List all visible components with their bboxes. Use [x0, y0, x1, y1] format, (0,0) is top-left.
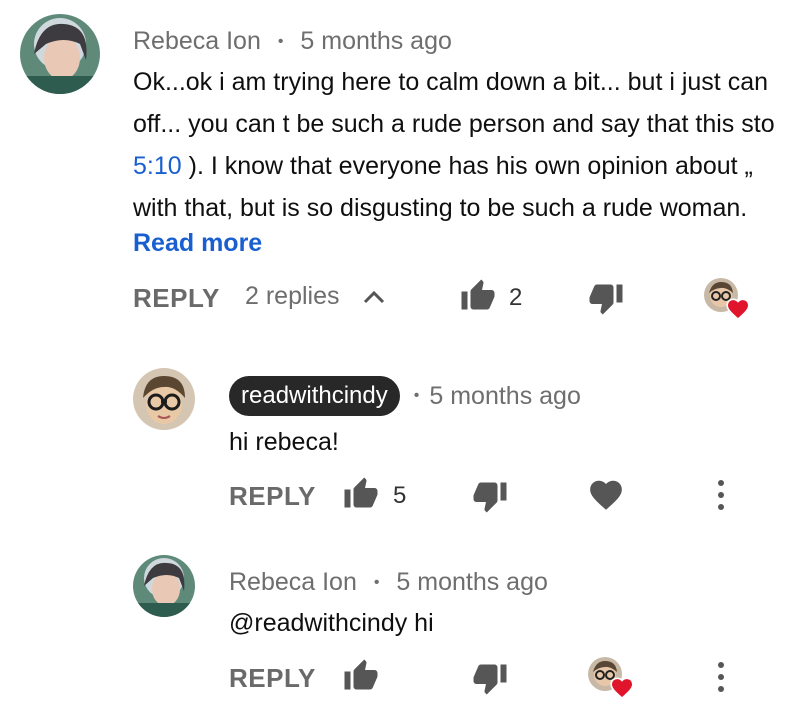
reply-text: hi rebeca! — [229, 428, 339, 456]
timestamp-link[interactable]: 5:10 — [133, 152, 182, 180]
thumbs-down-icon — [473, 664, 507, 695]
dislike-button[interactable] — [470, 478, 510, 519]
like-button[interactable] — [341, 658, 381, 699]
heart-icon — [610, 677, 634, 700]
meta-separator: • — [277, 33, 284, 50]
read-more-link[interactable]: Read more — [133, 229, 262, 258]
avatar-image — [133, 368, 195, 430]
meta-separator: • — [413, 387, 420, 404]
comment-author[interactable]: Rebeca Ion — [133, 27, 261, 55]
reply-button[interactable]: REPLY — [229, 663, 316, 694]
like-count: 2 — [509, 284, 523, 311]
comment-line: Ok...ok i am trying here to calm down a … — [133, 68, 768, 96]
avatar-readwithcindy[interactable] — [133, 368, 195, 430]
reply-button[interactable]: REPLY — [229, 481, 316, 512]
comment-time: 5 months ago — [300, 27, 452, 55]
replies-count-label: 2 replies — [245, 282, 340, 310]
avatar-rebeca[interactable] — [133, 555, 195, 617]
comment-body: Ok...ok i am trying here to calm down a … — [133, 68, 792, 228]
comment-line: with that, but is so disgusting to be su… — [133, 194, 748, 222]
reply-time: 5 months ago — [396, 568, 548, 596]
dislike-button[interactable] — [470, 660, 510, 701]
more-options-button[interactable] — [711, 660, 731, 699]
avatar-image — [20, 14, 100, 94]
more-options-button[interactable] — [711, 478, 731, 517]
comment-line: ). I know that everyone has his own opin… — [181, 152, 753, 180]
like-button[interactable] — [341, 476, 381, 517]
dislike-button[interactable] — [586, 280, 626, 321]
thumbs-up-icon — [344, 659, 378, 690]
comment-line: off... you can t be such a rude person a… — [133, 110, 775, 138]
reply-button[interactable]: REPLY — [133, 283, 220, 314]
replies-toggle[interactable]: 2 replies — [245, 282, 386, 311]
reply-time: 5 months ago — [429, 381, 581, 410]
heart-icon — [590, 480, 622, 510]
reply-author[interactable]: Rebeca Ion — [229, 568, 357, 596]
meta-separator: • — [373, 574, 380, 591]
like-count: 5 — [393, 482, 407, 509]
thumbs-up-icon — [344, 477, 378, 508]
creator-heart-badge — [704, 278, 752, 324]
like-button[interactable] — [458, 278, 498, 319]
creator-author-chip[interactable]: readwithcindy — [229, 376, 400, 416]
heart-button[interactable] — [586, 476, 626, 519]
avatar-rebeca[interactable] — [20, 14, 100, 94]
thumbs-up-icon — [461, 279, 495, 310]
thumbs-down-icon — [589, 284, 623, 315]
more-vert-icon — [718, 480, 724, 510]
avatar-image — [133, 555, 195, 617]
thumbs-down-icon — [473, 482, 507, 513]
more-vert-icon — [718, 662, 724, 692]
reply-text: @readwithcindy hi — [229, 609, 434, 637]
chevron-up-icon — [363, 290, 384, 303]
creator-heart-badge — [588, 657, 636, 703]
heart-icon — [726, 298, 750, 321]
